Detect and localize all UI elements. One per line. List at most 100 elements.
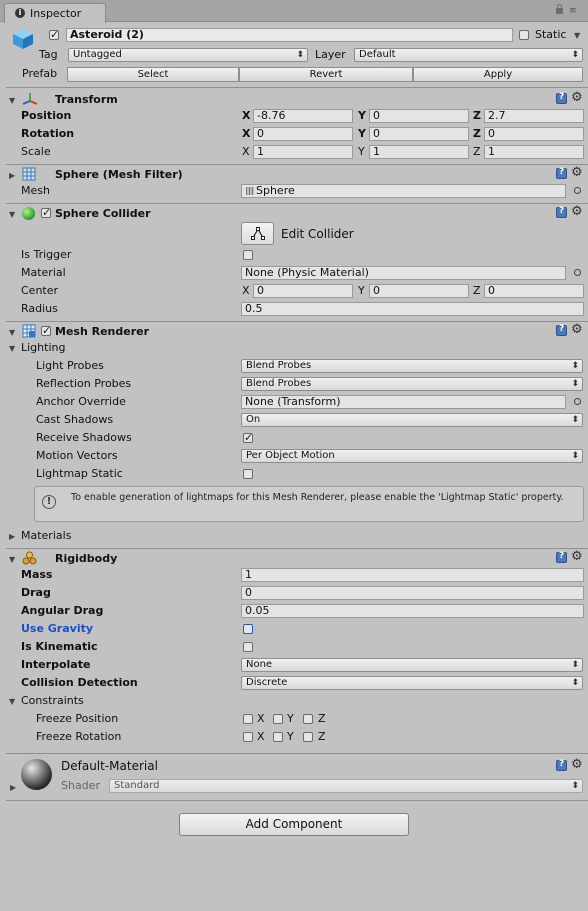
freeze-rotation-z-checkbox[interactable]: [303, 732, 313, 742]
mass-field[interactable]: 1: [241, 568, 584, 582]
position-y-label[interactable]: Y: [358, 109, 366, 122]
tab-menu-icon[interactable]: ≡: [569, 6, 577, 16]
rigidbody-foldout-icon[interactable]: ▼: [9, 555, 15, 564]
static-dropdown-arrow-icon[interactable]: ▼: [574, 31, 580, 40]
freeze-rotation-y-checkbox[interactable]: [273, 732, 283, 742]
scale-x-label[interactable]: X: [242, 145, 250, 158]
motion-vectors-dropdown[interactable]: Per Object Motion: [241, 449, 583, 463]
gear-icon[interactable]: ⚙: [571, 91, 583, 104]
constraints-foldout-icon[interactable]: ▼: [9, 697, 15, 706]
help-icon[interactable]: [556, 92, 567, 104]
reflection-probes-dropdown[interactable]: Blend Probes: [241, 377, 583, 391]
position-z-field[interactable]: 2.7: [484, 109, 584, 123]
divider: [6, 753, 588, 754]
lock-icon[interactable]: [556, 4, 563, 14]
scale-z-field[interactable]: 1: [484, 145, 584, 159]
freeze-position-y-checkbox[interactable]: [273, 714, 283, 724]
freeze-position-z-checkbox[interactable]: [303, 714, 313, 724]
gear-icon[interactable]: ⚙: [571, 166, 583, 179]
tab-inspector[interactable]: i Inspector: [4, 3, 106, 23]
divider: [6, 203, 588, 204]
position-x-label[interactable]: X: [242, 109, 250, 122]
freeze-rotation-x-checkbox[interactable]: [243, 732, 253, 742]
center-z-label[interactable]: Z: [473, 284, 481, 297]
position-y-field[interactable]: 0: [369, 109, 469, 123]
interpolate-dropdown[interactable]: None: [241, 658, 583, 672]
gear-icon[interactable]: ⚙: [571, 205, 583, 218]
material-foldout-icon[interactable]: ▶: [10, 783, 16, 792]
help-icon[interactable]: [556, 167, 567, 179]
prefab-apply-button[interactable]: Apply: [413, 67, 583, 82]
freeze-rotation-z-label: Z: [318, 730, 326, 743]
rotation-x-field[interactable]: 0: [253, 127, 353, 141]
scale-y-field[interactable]: 1: [369, 145, 469, 159]
center-x-label[interactable]: X: [242, 284, 250, 297]
tag-dropdown[interactable]: Untagged: [68, 48, 308, 62]
active-checkbox[interactable]: [49, 28, 59, 41]
prefab-select-button[interactable]: Select: [67, 67, 239, 82]
materials-foldout-icon[interactable]: ▶: [9, 532, 15, 541]
mass-label: Mass: [21, 568, 53, 581]
constraints-label[interactable]: Constraints: [21, 694, 84, 707]
rotation-z-field[interactable]: 0: [484, 127, 584, 141]
drag-field[interactable]: 0: [241, 586, 584, 600]
object-name-input[interactable]: Asteroid (2): [66, 28, 513, 42]
lighting-label[interactable]: Lighting: [21, 341, 65, 354]
edit-collider-button[interactable]: [241, 222, 274, 245]
anchor-override-field[interactable]: None (Transform): [241, 395, 566, 409]
static-checkbox[interactable]: [519, 30, 529, 40]
radius-field[interactable]: 0.5: [241, 302, 584, 316]
scale-x-field[interactable]: 1: [253, 145, 353, 159]
add-component-button[interactable]: Add Component: [179, 813, 409, 836]
rotation-x-label[interactable]: X: [242, 127, 250, 140]
gear-icon[interactable]: ⚙: [571, 550, 583, 563]
lighting-foldout-icon[interactable]: ▼: [9, 344, 15, 353]
light-probes-dropdown[interactable]: Blend Probes: [241, 359, 583, 373]
transform-foldout-icon[interactable]: ▼: [9, 96, 15, 105]
object-picker-icon[interactable]: [574, 187, 581, 194]
use-gravity-checkbox[interactable]: [243, 624, 253, 634]
mesh-renderer-foldout-icon[interactable]: ▼: [9, 328, 15, 337]
scale-y-label[interactable]: Y: [358, 145, 365, 158]
layer-dropdown[interactable]: Default: [354, 48, 583, 62]
shader-dropdown[interactable]: Standard: [109, 779, 583, 793]
help-icon[interactable]: [556, 551, 567, 563]
help-icon[interactable]: [556, 759, 567, 771]
cast-shadows-dropdown[interactable]: On: [241, 413, 583, 427]
angular-drag-field[interactable]: 0.05: [241, 604, 584, 618]
center-y-field[interactable]: 0: [369, 284, 469, 298]
sphere-collider-enabled-checkbox[interactable]: [41, 206, 51, 219]
center-x-field[interactable]: 0: [253, 284, 353, 298]
is-kinematic-checkbox[interactable]: [243, 642, 253, 652]
receive-shadows-checkbox[interactable]: [243, 431, 253, 444]
mesh-field[interactable]: Sphere: [241, 184, 566, 198]
center-z-field[interactable]: 0: [484, 284, 584, 298]
mesh-filter-foldout-icon[interactable]: ▶: [9, 171, 15, 180]
lightmap-help-text: To enable generation of lightmaps for th…: [71, 492, 564, 503]
physic-material-field[interactable]: None (Physic Material): [241, 266, 566, 280]
collision-detection-dropdown[interactable]: Discrete: [241, 676, 583, 690]
object-picker-icon[interactable]: [574, 269, 581, 276]
materials-label[interactable]: Materials: [21, 529, 71, 542]
gear-icon[interactable]: ⚙: [571, 323, 583, 336]
rotation-z-label[interactable]: Z: [473, 127, 481, 140]
position-z-label[interactable]: Z: [473, 109, 481, 122]
is-trigger-checkbox[interactable]: [243, 250, 253, 260]
mesh-renderer-enabled-checkbox[interactable]: [41, 324, 51, 337]
scale-z-label[interactable]: Z: [473, 145, 481, 158]
object-picker-icon[interactable]: [574, 398, 581, 405]
sphere-collider-foldout-icon[interactable]: ▼: [9, 210, 15, 219]
rotation-y-label[interactable]: Y: [358, 127, 366, 140]
prefab-revert-button[interactable]: Revert: [239, 67, 413, 82]
prefab-label: Prefab: [22, 67, 58, 80]
help-icon[interactable]: [556, 324, 567, 336]
freeze-rotation-y-label: Y: [287, 730, 294, 743]
mesh-filter-icon: [22, 167, 36, 181]
lightmap-static-checkbox[interactable]: [243, 469, 253, 479]
help-icon[interactable]: [556, 206, 567, 218]
gear-icon[interactable]: ⚙: [571, 758, 583, 771]
rotation-y-field[interactable]: 0: [369, 127, 469, 141]
center-y-label[interactable]: Y: [358, 284, 365, 297]
position-x-field[interactable]: -8.76: [253, 109, 353, 123]
freeze-position-x-checkbox[interactable]: [243, 714, 253, 724]
